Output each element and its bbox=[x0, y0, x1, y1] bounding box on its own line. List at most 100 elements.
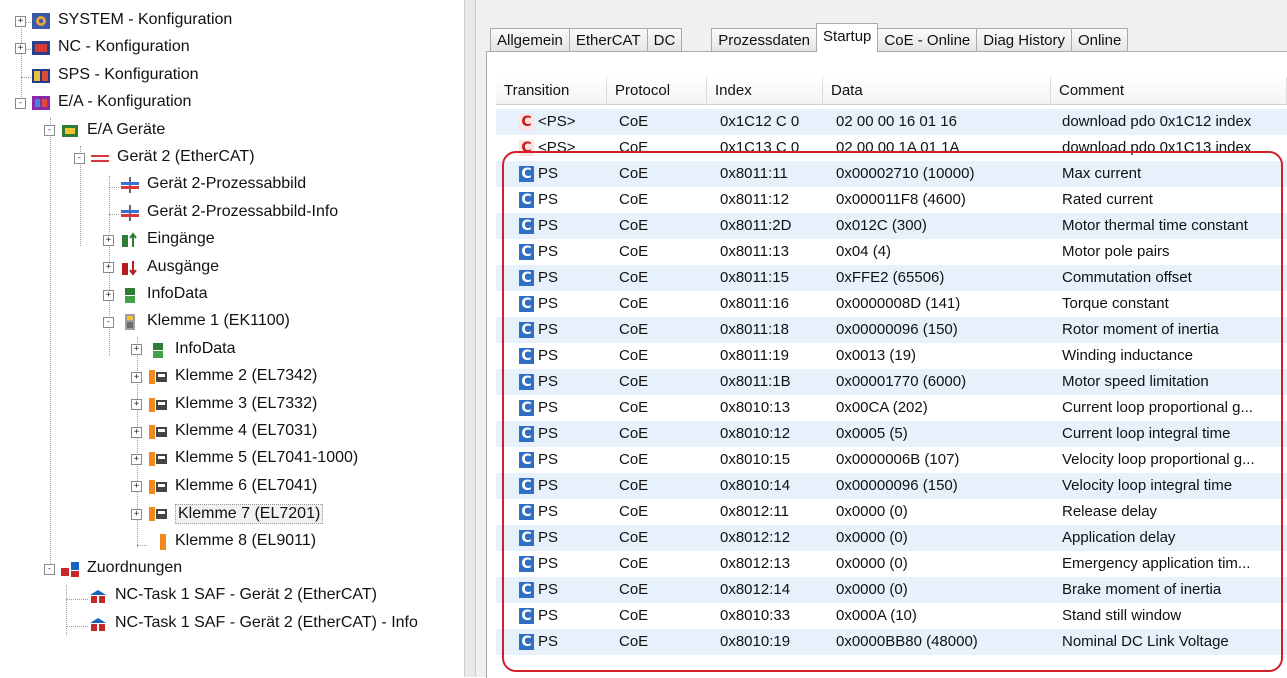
expand-toggle-icon[interactable]: + bbox=[131, 481, 142, 493]
column-header-protocol[interactable]: Protocol bbox=[607, 77, 707, 105]
expand-toggle-icon[interactable]: + bbox=[131, 399, 142, 411]
tree-item-label: Klemme 2 (EL7342) bbox=[175, 367, 318, 385]
cell-data: 0x0013 (19) bbox=[836, 347, 917, 364]
tree-item[interactable]: + Klemme 6 (EL7041) bbox=[0, 474, 462, 500]
cell-data: 0x0000006B (107) bbox=[836, 451, 960, 468]
table-row[interactable]: C PS CoE 0x8012:13 0x0000 (0) Emergency appli… bbox=[496, 551, 1287, 577]
table-row[interactable]: C PS CoE 0x8011:16 0x0000008D (141) Torque co… bbox=[496, 291, 1287, 317]
tree-item[interactable]: - E/A Geräte bbox=[0, 118, 462, 144]
table-row[interactable]: C PS CoE 0x8012:12 0x0000 (0) Application del… bbox=[496, 525, 1287, 551]
expand-toggle-icon[interactable]: + bbox=[103, 234, 114, 246]
expand-toggle-icon[interactable]: + bbox=[15, 15, 26, 27]
infodata-icon bbox=[148, 341, 168, 359]
tab-coe-online[interactable]: CoE - Online bbox=[877, 28, 978, 52]
tab-ethercat[interactable]: EtherCAT bbox=[568, 28, 648, 52]
table-row[interactable]: C PS CoE 0x8012:11 0x0000 (0) Release delay bbox=[496, 499, 1287, 525]
table-row[interactable]: C PS CoE 0x8011:1B 0x00001770 (6000) Motor sp… bbox=[496, 369, 1287, 395]
table-row[interactable]: C PS CoE 0x8010:12 0x0005 (5) Current loop in… bbox=[496, 421, 1287, 447]
table-row[interactable]: C PS CoE 0x8010:13 0x00CA (202) Current loop … bbox=[496, 395, 1287, 421]
expand-toggle-icon[interactable]: + bbox=[103, 262, 114, 274]
table-row[interactable]: C PS CoE 0x8010:15 0x0000006B (107) Velocity … bbox=[496, 447, 1287, 473]
tab-allgemein[interactable]: Allgemein bbox=[490, 28, 570, 52]
tree-item[interactable]: + Ausgänge bbox=[0, 255, 462, 281]
tree-item[interactable]: + Klemme 5 (EL7041-1000) bbox=[0, 446, 462, 472]
expand-toggle-icon[interactable]: + bbox=[131, 344, 142, 356]
table-row[interactable]: C PS CoE 0x8011:11 0x00002710 (10000) Max cur… bbox=[496, 161, 1287, 187]
table-row[interactable]: C PS CoE 0x8010:14 0x00000096 (150) Velocity … bbox=[496, 473, 1287, 499]
tree-item[interactable]: + Klemme 7 (EL7201) bbox=[0, 501, 462, 527]
terminal-icon bbox=[148, 505, 168, 523]
column-header-comment[interactable]: Comment bbox=[1051, 77, 1287, 105]
tree-item-label: InfoData bbox=[175, 339, 236, 357]
cell-comment: Current loop integral time bbox=[1062, 425, 1231, 442]
cell-index: 0x8011:15 bbox=[720, 269, 789, 286]
table-row[interactable]: C PS CoE 0x8011:2D 0x012C (300) Motor thermal… bbox=[496, 213, 1287, 239]
column-header-data[interactable]: Data bbox=[823, 77, 1051, 105]
coe-command-icon: C bbox=[519, 270, 534, 286]
table-row[interactable]: C <PS> CoE 0x1C12 C 0 02 00 00 16 01 16 downl… bbox=[496, 109, 1287, 135]
collapse-toggle-icon[interactable]: - bbox=[15, 97, 26, 109]
tree-item[interactable]: - Zuordnungen bbox=[0, 556, 462, 582]
cell-protocol: CoE bbox=[619, 373, 649, 390]
cell-transition: <PS> bbox=[538, 139, 576, 156]
tree-item[interactable]: + NC - Konfiguration bbox=[0, 35, 462, 61]
tree-item[interactable]: + Klemme 2 (EL7342) bbox=[0, 364, 462, 390]
cell-protocol: CoE bbox=[619, 425, 649, 442]
expand-toggle-icon[interactable]: + bbox=[103, 289, 114, 301]
splitter[interactable] bbox=[464, 0, 476, 677]
tree-item[interactable]: - Klemme 1 (EK1100) bbox=[0, 309, 462, 335]
tree-item[interactable]: NC-Task 1 SAF - Gerät 2 (EtherCAT) - Inf… bbox=[0, 611, 462, 637]
tree-item[interactable]: - E/A - Konfiguration bbox=[0, 90, 462, 116]
cell-comment: Current loop proportional g... bbox=[1062, 399, 1253, 416]
collapse-toggle-icon[interactable]: - bbox=[74, 152, 85, 164]
coe-command-icon: C bbox=[519, 452, 534, 468]
table-row[interactable]: C PS CoE 0x8011:12 0x000011F8 (4600) Rated cu… bbox=[496, 187, 1287, 213]
cell-transition: PS bbox=[538, 529, 559, 546]
tree-item[interactable]: - Gerät 2 (EtherCAT) bbox=[0, 145, 462, 171]
table-row[interactable]: C PS CoE 0x8011:19 0x0013 (19) Winding induct… bbox=[496, 343, 1287, 369]
collapse-toggle-icon[interactable]: - bbox=[44, 563, 55, 575]
tree-item[interactable]: Klemme 8 (EL9011) bbox=[0, 529, 462, 555]
column-header-transition[interactable]: Transition bbox=[496, 77, 607, 105]
collapse-toggle-icon[interactable]: - bbox=[44, 125, 55, 137]
tree-item[interactable]: Gerät 2-Prozessabbild-Info bbox=[0, 200, 462, 226]
expand-toggle-icon[interactable]: + bbox=[131, 426, 142, 438]
tree-item[interactable]: Gerät 2-Prozessabbild bbox=[0, 172, 462, 198]
cell-comment: Torque constant bbox=[1062, 295, 1169, 312]
collapse-toggle-icon[interactable]: - bbox=[103, 316, 114, 328]
process-image-icon bbox=[120, 204, 140, 222]
terminal-icon bbox=[148, 368, 168, 386]
cell-index: 0x8011:12 bbox=[720, 191, 789, 208]
tree-item[interactable]: + InfoData bbox=[0, 337, 462, 363]
table-row[interactable]: C PS CoE 0x8011:13 0x04 (4) Motor pole pairs bbox=[496, 239, 1287, 265]
table-row[interactable]: C PS CoE 0x8012:14 0x0000 (0) Brake moment of… bbox=[496, 577, 1287, 603]
cell-data: 0x00001770 (6000) bbox=[836, 373, 967, 390]
coe-command-icon: C bbox=[519, 608, 534, 624]
cell-index: 0x8011:11 bbox=[720, 165, 788, 182]
tree-item[interactable]: + Klemme 4 (EL7031) bbox=[0, 419, 462, 445]
table-row[interactable]: C PS CoE 0x8011:15 0xFFE2 (65506) Commutation… bbox=[496, 265, 1287, 291]
tree-item[interactable]: + InfoData bbox=[0, 282, 462, 308]
tab-online[interactable]: Online bbox=[1070, 28, 1129, 52]
expand-toggle-icon[interactable]: + bbox=[131, 453, 142, 465]
tree-item[interactable]: SPS - Konfiguration bbox=[0, 63, 462, 89]
table-row[interactable]: C PS CoE 0x8011:18 0x00000096 (150) Rotor mom… bbox=[496, 317, 1287, 343]
tree-item[interactable]: + Klemme 3 (EL7332) bbox=[0, 392, 462, 418]
expand-toggle-icon[interactable]: + bbox=[131, 371, 142, 383]
expand-toggle-icon[interactable]: + bbox=[131, 508, 142, 520]
table-row[interactable]: C <PS> CoE 0x1C13 C 0 02 00 00 1A 01 1A downl… bbox=[496, 135, 1287, 161]
tab-dc[interactable]: DC bbox=[646, 28, 683, 52]
tree-item[interactable]: + SYSTEM - Konfiguration bbox=[0, 8, 462, 34]
terminal-icon bbox=[148, 478, 168, 496]
tree-item[interactable]: NC-Task 1 SAF - Gerät 2 (EtherCAT) bbox=[0, 583, 462, 609]
tab-prozessdaten[interactable]: Prozessdaten bbox=[711, 28, 818, 52]
table-row[interactable]: C PS CoE 0x8010:33 0x000A (10) Stand still wi… bbox=[496, 603, 1287, 629]
tree-item[interactable]: + Eingänge bbox=[0, 227, 462, 253]
column-header-index[interactable]: Index bbox=[707, 77, 823, 105]
cell-comment: Rated current bbox=[1062, 191, 1153, 208]
tab-diag-history[interactable]: Diag History bbox=[976, 28, 1072, 52]
tab-startup[interactable]: Startup bbox=[816, 23, 879, 52]
expand-toggle-icon[interactable]: + bbox=[15, 42, 26, 54]
cell-data: 0x00000096 (150) bbox=[836, 477, 958, 494]
table-row[interactable]: C PS CoE 0x8010:19 0x0000BB80 (48000) Nominal… bbox=[496, 629, 1287, 655]
